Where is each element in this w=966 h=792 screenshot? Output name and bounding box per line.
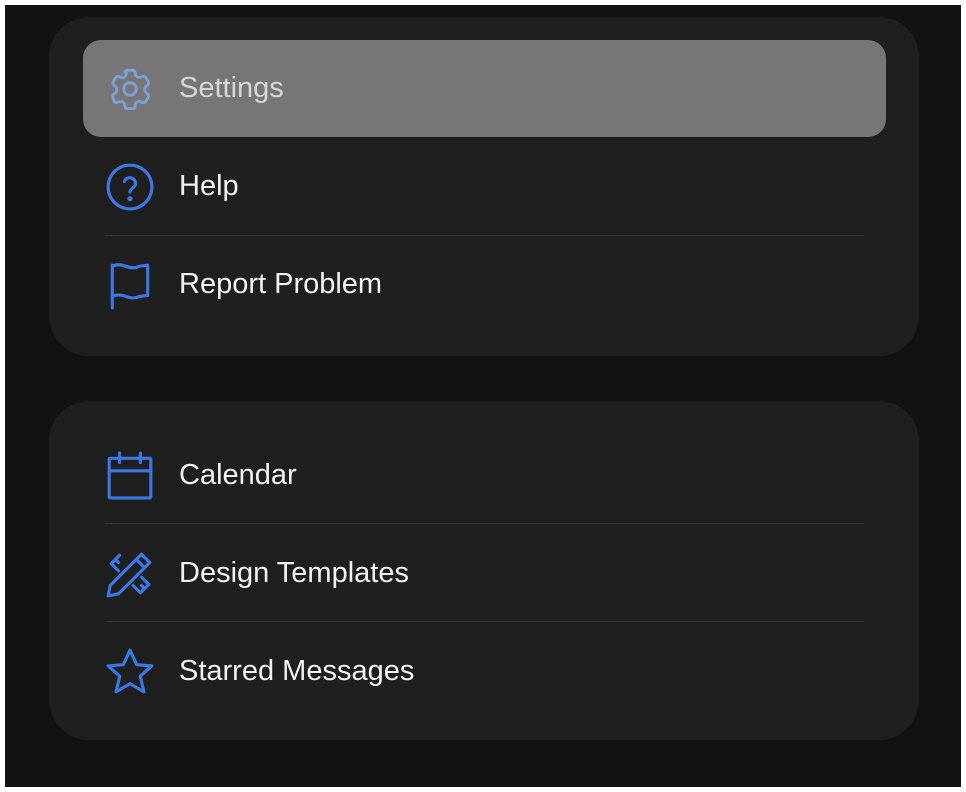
menu-item-label: Help [179,170,239,202]
star-icon [105,647,155,697]
menu-item-label: Settings [179,72,284,104]
pencil-ruler-icon [105,549,155,599]
menu-group-general: Settings Help Report Problem [49,17,919,356]
menu-item-report-problem[interactable]: Report Problem [83,236,886,333]
question-circle-icon [105,162,155,212]
menu-screen: Settings Help Report Problem Calendar De… [5,5,961,787]
gear-icon [105,64,155,114]
menu-item-starred-messages[interactable]: Starred Messages [83,623,886,720]
divider [105,621,864,622]
menu-item-label: Report Problem [179,268,383,300]
menu-item-label: Calendar [179,459,297,491]
divider [105,523,864,524]
menu-item-calendar[interactable]: Calendar [83,427,886,524]
menu-item-label: Design Templates [179,557,409,589]
calendar-icon [105,451,155,501]
menu-item-label: Starred Messages [179,655,415,687]
flag-icon [105,260,155,310]
menu-item-settings[interactable]: Settings [83,40,886,137]
menu-item-help[interactable]: Help [83,138,886,235]
menu-item-design-templates[interactable]: Design Templates [83,525,886,622]
menu-group-tools: Calendar Design Templates Starred Messag… [49,401,919,740]
